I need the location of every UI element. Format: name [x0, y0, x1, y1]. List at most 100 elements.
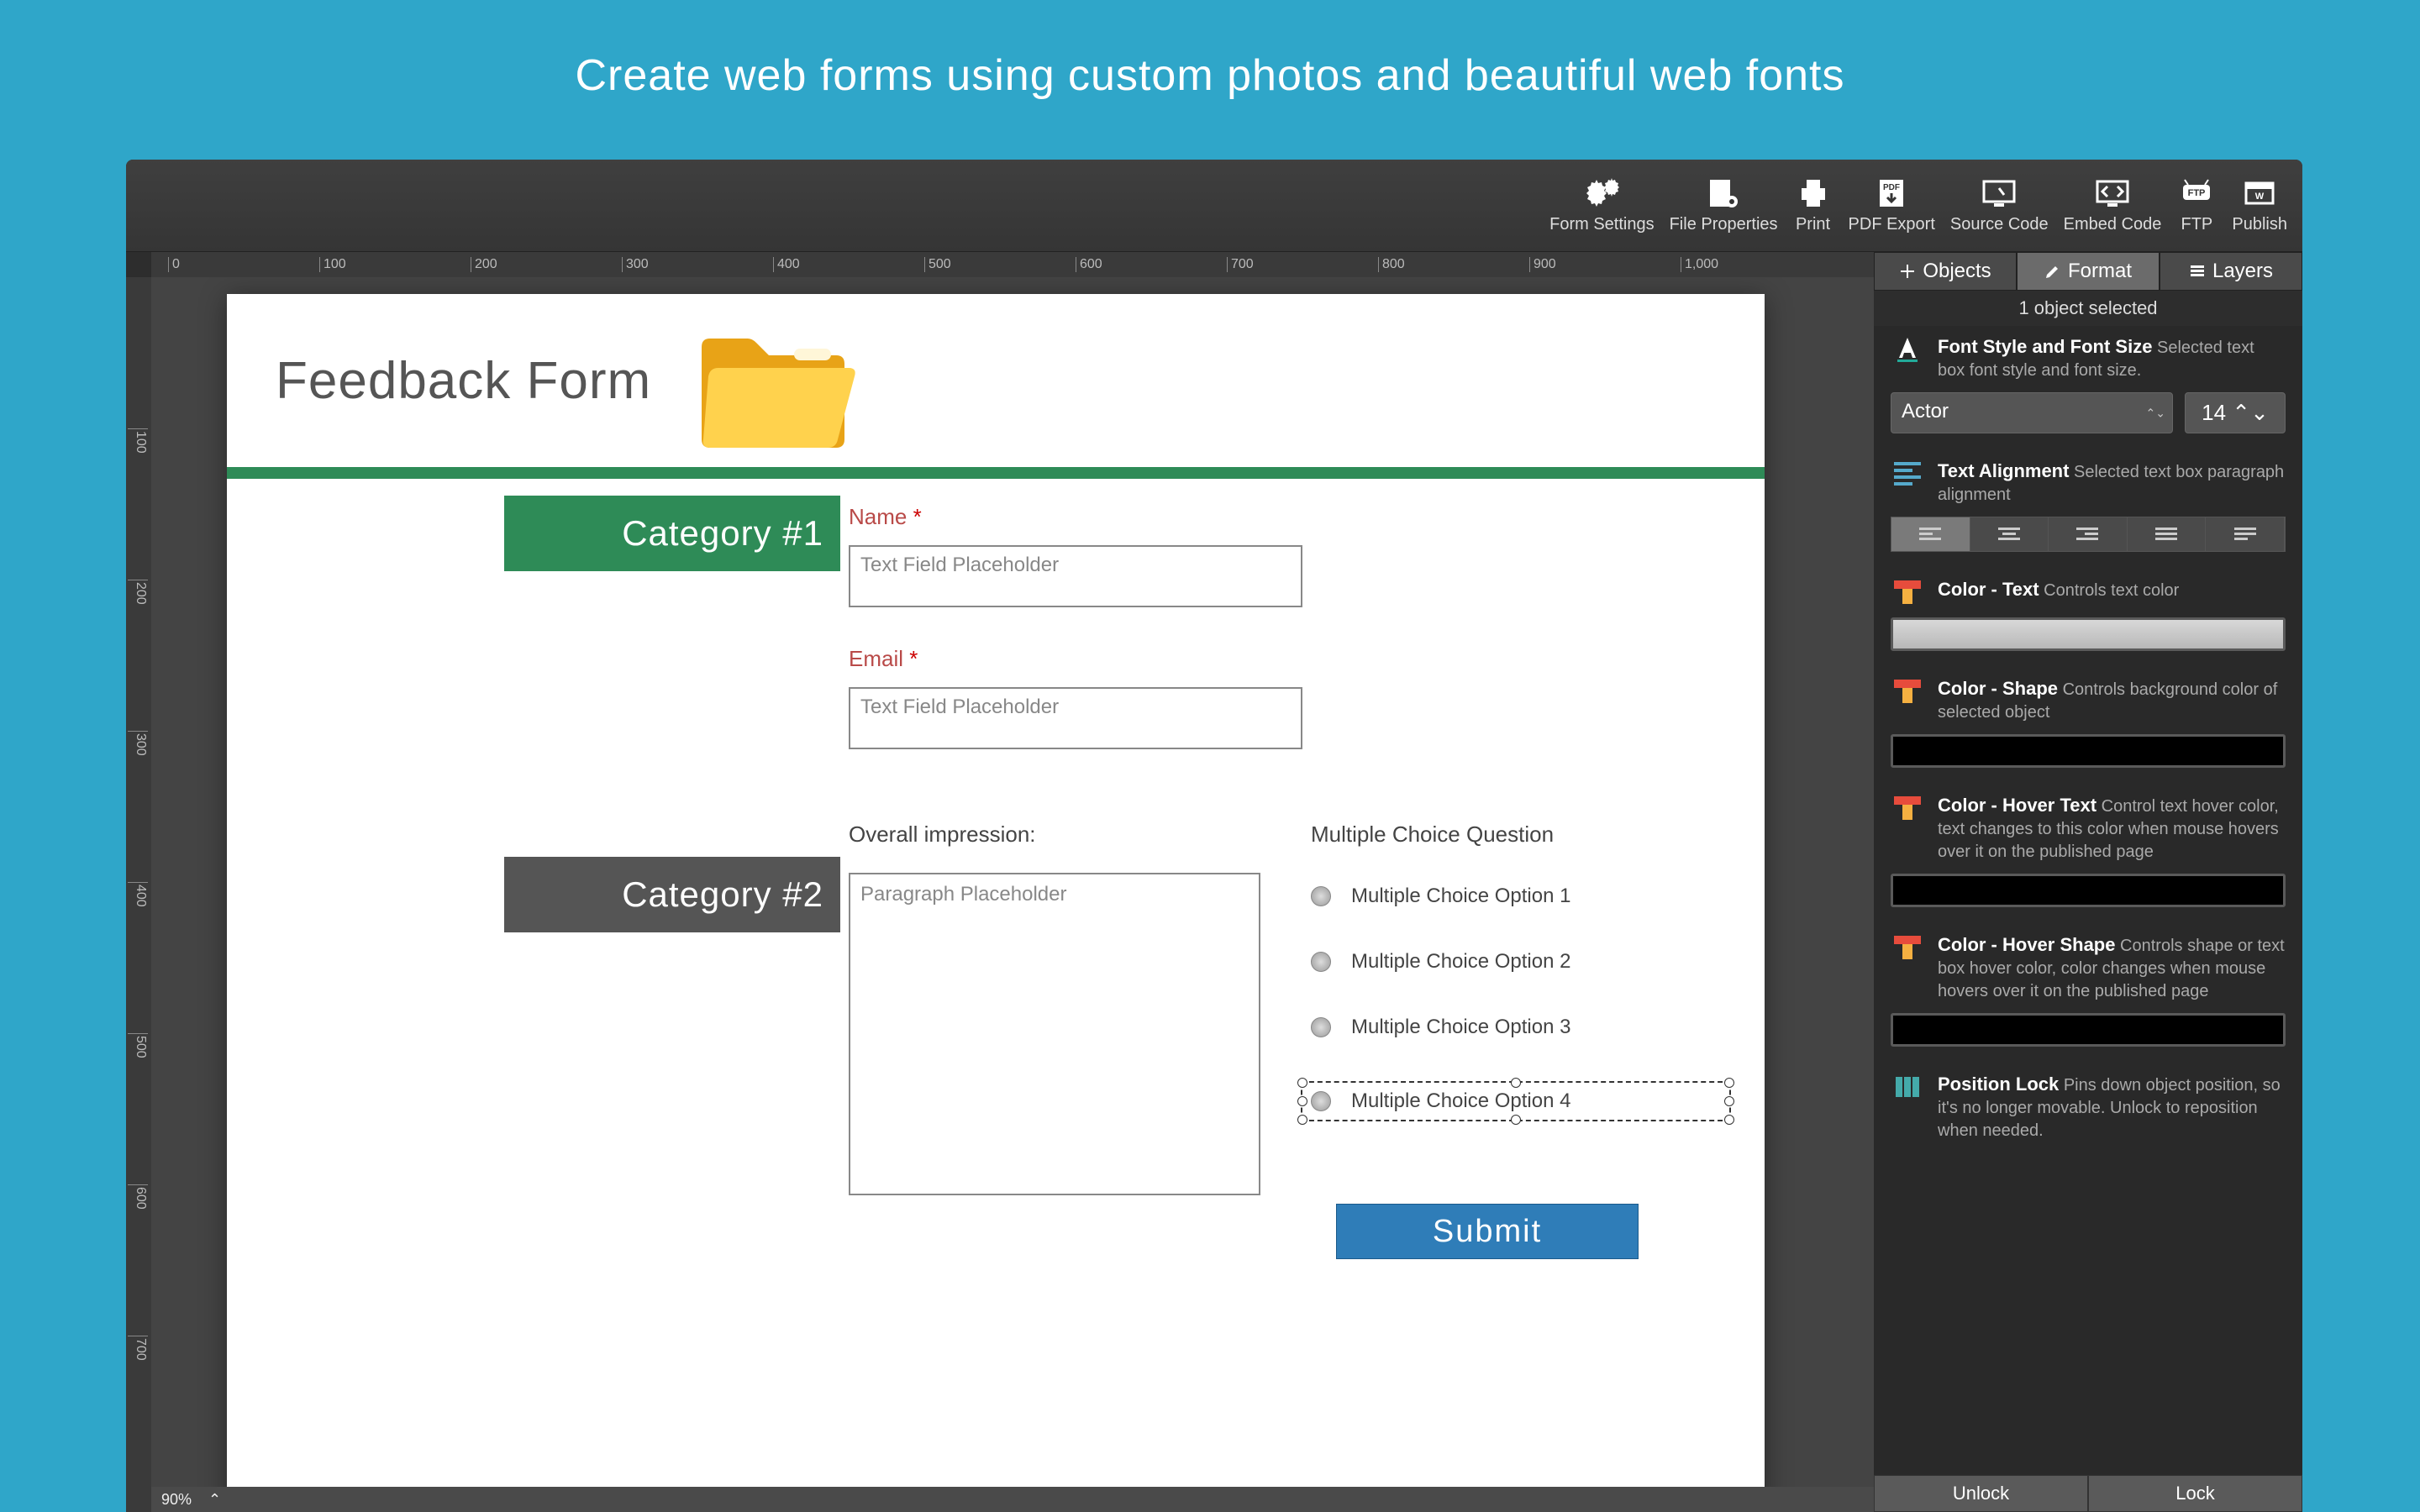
printer-icon	[1793, 176, 1833, 210]
brush-icon	[1891, 793, 1924, 823]
svg-text:W: W	[2255, 192, 2265, 202]
ruler-tick: 1,000	[1681, 257, 1718, 272]
font-family-select[interactable]: Actor ⌃⌄	[1891, 392, 2173, 433]
source-code-button[interactable]: Source Code	[1950, 176, 2049, 234]
radio-icon	[1311, 952, 1331, 972]
align-right-button[interactable]	[2049, 517, 2128, 551]
tab-layers[interactable]: Layers	[2160, 252, 2302, 291]
mc-option-4-selected[interactable]: Multiple Choice Option 4	[1301, 1081, 1731, 1121]
name-label[interactable]: Name *	[849, 504, 1731, 530]
label-text: Name	[849, 504, 907, 529]
prop-title: Color - Text	[1938, 579, 2039, 600]
pdf-export-button[interactable]: PDF PDF Export	[1849, 176, 1935, 234]
font-size-stepper[interactable]: 14 ⌃⌄	[2185, 392, 2286, 433]
mc-question-label[interactable]: Multiple Choice Question	[1311, 822, 1731, 848]
align-left-button[interactable]	[1891, 517, 1970, 551]
shape-color-swatch[interactable]	[1891, 734, 2286, 768]
mc-option-2[interactable]: Multiple Choice Option 2	[1311, 950, 1731, 974]
embed-code-button[interactable]: Embed Code	[2064, 176, 2162, 234]
ruler-tick: 700	[1227, 257, 1254, 272]
position-lock-section: Position Lock Pins down object position,…	[1891, 1072, 2286, 1142]
name-input[interactable]: Text Field Placeholder	[849, 545, 1302, 607]
font-icon	[1891, 334, 1924, 365]
mc-label: Multiple Choice Option 2	[1351, 950, 1570, 974]
gears-icon	[1581, 176, 1622, 210]
prop-title: Position Lock	[1938, 1074, 2059, 1095]
ftp-icon: FTP	[2176, 176, 2217, 210]
mc-label: Multiple Choice Option 3	[1351, 1016, 1570, 1039]
canvas-viewport[interactable]: Feedback Form Category #1 Category #2	[151, 277, 1874, 1487]
selection-handle[interactable]	[1511, 1115, 1521, 1125]
submit-button[interactable]: Submit	[1336, 1204, 1639, 1259]
tab-objects[interactable]: Objects	[1874, 252, 2017, 291]
prop-title: Font Style and Font Size	[1938, 336, 2152, 357]
text-color-swatch[interactable]	[1891, 617, 2286, 651]
unlock-button[interactable]: Unlock	[1874, 1475, 2088, 1512]
pencil-icon	[2044, 263, 2061, 280]
ruler-tick: 200	[128, 580, 148, 605]
form-title[interactable]: Feedback Form	[276, 351, 651, 411]
mc-option-1[interactable]: Multiple Choice Option 1	[1311, 885, 1731, 908]
form-settings-button[interactable]: Form Settings	[1549, 176, 1654, 234]
ruler-tick: 600	[1076, 257, 1102, 272]
chevron-up-icon[interactable]: ⌃	[208, 1491, 221, 1509]
required-mark: *	[909, 646, 918, 671]
selection-handle[interactable]	[1297, 1078, 1307, 1088]
brush-icon	[1891, 932, 1924, 963]
ruler-tick: 300	[622, 257, 649, 272]
align-distribute-button[interactable]	[2206, 517, 2285, 551]
folder-icon[interactable]	[685, 305, 861, 456]
print-button[interactable]: Print	[1793, 176, 1833, 234]
tab-label: Layers	[2212, 260, 2273, 283]
selection-handle[interactable]	[1724, 1115, 1734, 1125]
publish-button[interactable]: W Publish	[2232, 176, 2287, 234]
align-center-button[interactable]	[1970, 517, 2049, 551]
toolbar-label: Publish	[2232, 215, 2287, 234]
hover-text-color-swatch[interactable]	[1891, 874, 2286, 907]
overall-label[interactable]: Overall impression:	[849, 822, 1260, 848]
form-page[interactable]: Feedback Form Category #1 Category #2	[227, 294, 1765, 1487]
selection-handle[interactable]	[1724, 1096, 1734, 1106]
brush-icon	[1891, 676, 1924, 706]
fields-column: Name * Text Field Placeholder Email * Te…	[815, 479, 1765, 1284]
category-1-label[interactable]: Category #1	[504, 496, 840, 571]
ruler-tick: 300	[128, 731, 148, 756]
file-properties-button[interactable]: File Properties	[1670, 176, 1778, 234]
prop-desc: Controls text color	[2044, 581, 2179, 600]
hover-shape-color-section: Color - Hover Shape Controls shape or te…	[1891, 932, 2286, 1047]
selection-handle[interactable]	[1511, 1078, 1521, 1088]
ftp-button[interactable]: FTP FTP	[2176, 176, 2217, 234]
pdf-icon: PDF	[1871, 176, 1912, 210]
mc-label: Multiple Choice Option 4	[1351, 1089, 1570, 1113]
email-label[interactable]: Email *	[849, 646, 1731, 672]
category-2-label[interactable]: Category #2	[504, 857, 840, 932]
tab-label: Format	[2068, 260, 2132, 283]
ruler-tick: 800	[1378, 257, 1405, 272]
lock-button[interactable]: Lock	[2088, 1475, 2302, 1512]
email-input[interactable]: Text Field Placeholder	[849, 687, 1302, 749]
toolbar-label: Form Settings	[1549, 215, 1654, 234]
ruler-tick: 900	[1529, 257, 1556, 272]
ruler-tick: 0	[168, 257, 180, 272]
zoom-value[interactable]: 90%	[161, 1491, 192, 1509]
app-window: Form Settings File Properties Print PDF …	[126, 160, 2302, 1512]
chevron-updown-icon: ⌃⌄	[2232, 400, 2269, 425]
selection-handle[interactable]	[1724, 1078, 1734, 1088]
ruler-horizontal: 0 100 200 300 400 500 600 700 800 900 1,…	[151, 252, 1874, 277]
radio-icon	[1311, 886, 1331, 906]
toolbar-label: Print	[1796, 215, 1830, 234]
mc-option-3[interactable]: Multiple Choice Option 3	[1311, 1016, 1731, 1039]
ruler-vertical: 100 200 300 400 500 600 700	[126, 277, 151, 1512]
hover-text-color-section: Color - Hover Text Control text hover co…	[1891, 793, 2286, 907]
selection-handle[interactable]	[1297, 1096, 1307, 1106]
paragraph-input[interactable]: Paragraph Placeholder	[849, 873, 1260, 1195]
align-justify-button[interactable]	[2128, 517, 2207, 551]
hover-shape-color-swatch[interactable]	[1891, 1013, 2286, 1047]
publish-icon: W	[2239, 176, 2280, 210]
ruler-tick: 400	[128, 882, 148, 907]
selection-handle[interactable]	[1297, 1115, 1307, 1125]
shape-color-section: Color - Shape Controls background color …	[1891, 676, 2286, 768]
toolbar-label: PDF Export	[1849, 215, 1935, 234]
selection-status: 1 object selected	[1874, 291, 2302, 326]
tab-format[interactable]: Format	[2017, 252, 2160, 291]
